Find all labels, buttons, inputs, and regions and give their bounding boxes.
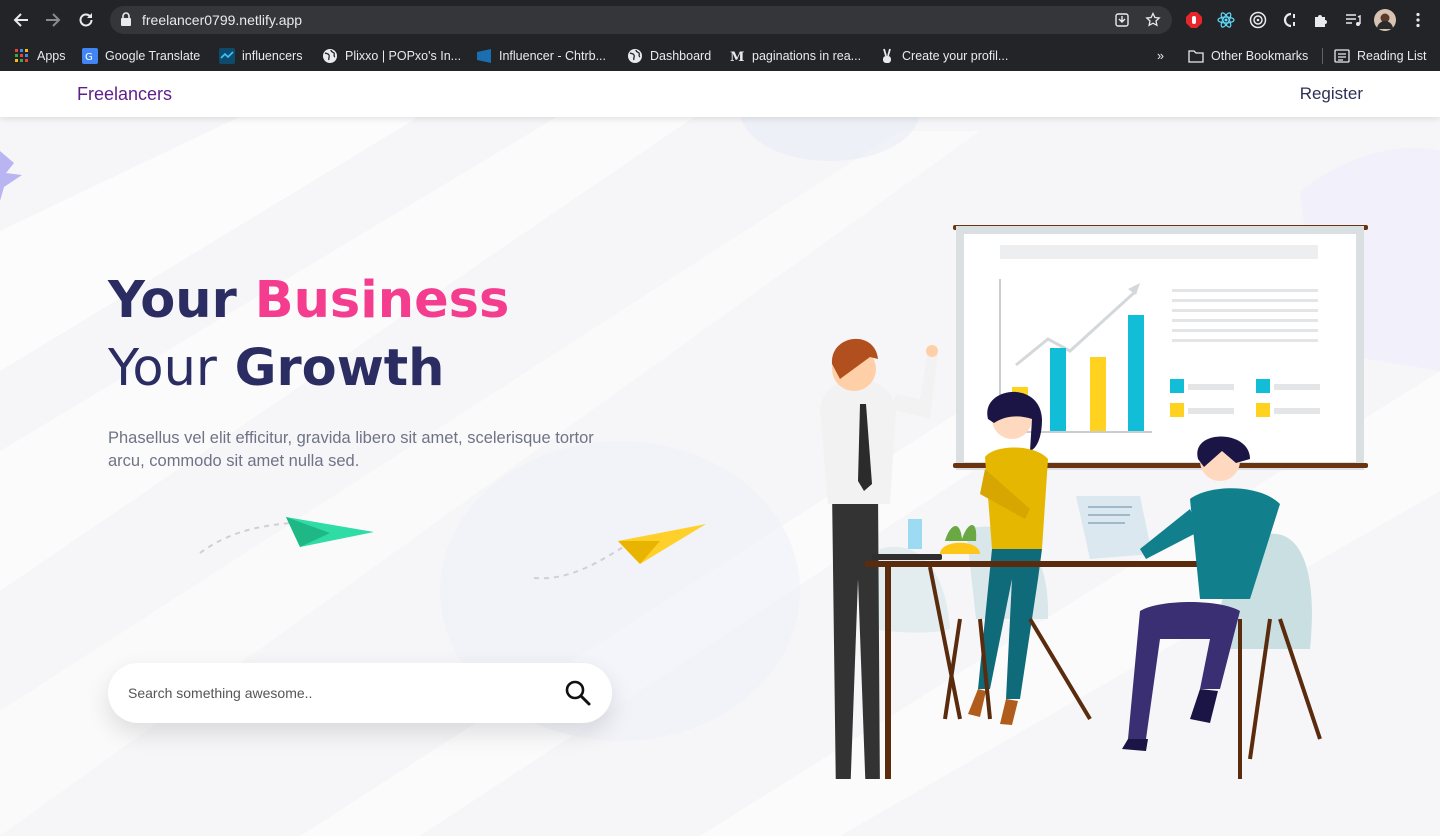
bookmark-dashboard[interactable]: Dashboard [627, 40, 711, 71]
bookmark-create-profile[interactable]: Create your profil... [879, 40, 1008, 71]
bookmark-label: Influencer - Chtrb... [499, 48, 606, 63]
browser-chrome: freelancer0799.netlify.app Apps G Google… [0, 0, 1440, 71]
folder-icon [1188, 48, 1204, 64]
chrome-menu-icon[interactable] [1408, 10, 1428, 30]
bookmark-label: Apps [37, 48, 66, 63]
reload-icon[interactable] [74, 8, 98, 32]
react-devtools-icon[interactable] [1216, 10, 1236, 30]
bookmark-google-translate[interactable]: G Google Translate [82, 40, 200, 71]
bookmark-plixxo[interactable]: Plixxo | POPxo's In... [322, 40, 461, 71]
apps-grid-icon [14, 48, 30, 64]
lock-icon [120, 12, 132, 31]
bookmark-label: Create your profil... [902, 48, 1009, 63]
bookmark-paginations[interactable]: M paginations in rea... [729, 40, 861, 71]
bookmark-label: Plixxo | POPxo's In... [345, 48, 462, 63]
bookmark-label: Dashboard [650, 48, 712, 63]
hero-description: Phasellus vel elit efficitur, gravida li… [108, 429, 594, 470]
extension-c-icon[interactable] [1280, 10, 1300, 30]
svg-text:M: M [730, 50, 744, 64]
bookmark-apps[interactable]: Apps [14, 40, 66, 71]
browser-toolbar: freelancer0799.netlify.app [0, 0, 1440, 40]
influencers-icon [219, 47, 235, 64]
register-link[interactable]: Register [1300, 84, 1363, 104]
team-meeting-illustration [820, 225, 1368, 779]
overflow-chevron-icon: » [1157, 48, 1164, 63]
hero-title: Your Business Your Growth [108, 267, 509, 403]
bookmark-label: influencers [242, 48, 303, 63]
bookmark-label: paginations in rea... [752, 48, 862, 63]
peace-hand-icon [879, 48, 895, 64]
search-icon[interactable] [562, 677, 594, 709]
other-bookmarks-label: Other Bookmarks [1211, 48, 1309, 63]
back-icon[interactable] [9, 8, 33, 32]
search-input[interactable] [128, 680, 538, 706]
url-text: freelancer0799.netlify.app [142, 12, 303, 28]
hero-title-word: Your [108, 339, 217, 398]
google-translate-icon: G [82, 47, 98, 64]
hero-title-line-2: Your Growth [108, 335, 509, 403]
extensions-puzzle-icon[interactable] [1311, 10, 1331, 30]
hero-title-bold-word: Growth [234, 339, 445, 398]
adblock-icon[interactable] [1184, 10, 1204, 30]
bookmark-chtrbox[interactable]: Influencer - Chtrb... [476, 40, 606, 71]
hero-title-line-1: Your Business [108, 267, 509, 335]
globe-icon [322, 48, 338, 64]
bookmark-star-icon[interactable] [1145, 11, 1163, 30]
globe-icon [627, 48, 643, 64]
install-icon[interactable] [1114, 12, 1132, 30]
bookmarks-overflow-button[interactable]: » [1157, 40, 1164, 71]
forward-icon[interactable] [41, 8, 65, 32]
reading-list-label: Reading List [1357, 48, 1427, 63]
site-navbar: Freelancers Register [0, 71, 1440, 117]
medium-icon: M [729, 48, 745, 64]
divider [1322, 47, 1323, 64]
media-control-icon[interactable] [1343, 10, 1363, 30]
reading-list-button[interactable]: Reading List [1322, 40, 1427, 71]
bookmarks-bar: Apps G Google Translate influencers Plix… [0, 40, 1440, 71]
other-bookmarks-folder[interactable]: Other Bookmarks [1188, 40, 1308, 71]
address-bar[interactable]: freelancer0799.netlify.app [110, 6, 1172, 34]
hero-title-highlight: Business [254, 271, 510, 330]
hero-title-word: Your [108, 271, 237, 330]
brand-logo-link[interactable]: Freelancers [77, 84, 172, 105]
profile-avatar[interactable] [1374, 9, 1396, 31]
search-bar [108, 663, 612, 723]
bookmark-influencers[interactable]: influencers [219, 40, 302, 71]
chtrbox-icon [476, 48, 492, 64]
target-icon[interactable] [1248, 10, 1268, 30]
svg-text:G: G [85, 52, 93, 63]
web-page: Freelancers Register Your Business Your G… [0, 71, 1440, 836]
bookmark-label: Google Translate [105, 48, 201, 63]
reading-list-icon [1334, 48, 1350, 64]
